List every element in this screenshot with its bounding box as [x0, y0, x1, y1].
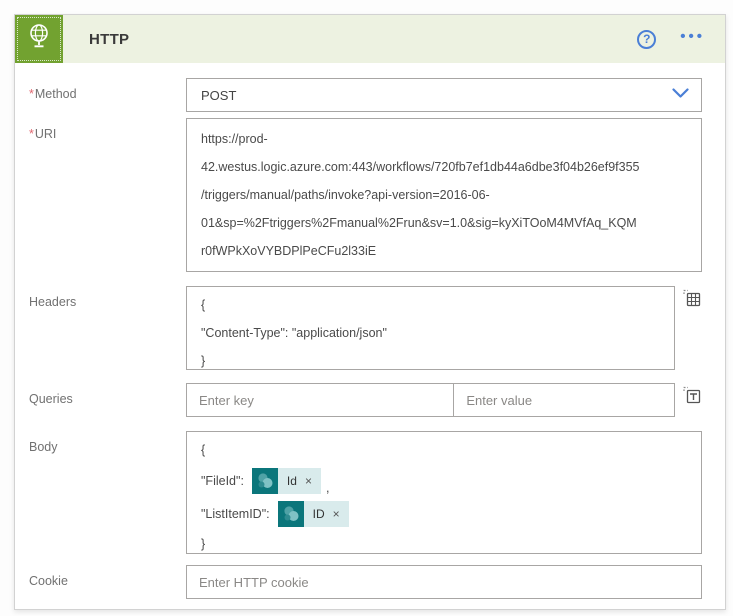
menu-button[interactable]: •••: [680, 29, 705, 50]
card-header[interactable]: HTTP ? •••: [15, 15, 725, 63]
method-dropdown[interactable]: POST: [186, 78, 702, 112]
body-entry-key: "ListItemID":: [201, 507, 270, 521]
uri-input[interactable]: https://prod- 42.westus.logic.azure.com:…: [186, 118, 702, 272]
body-input[interactable]: { "FileId":: [186, 431, 702, 554]
uri-line: 42.westus.logic.azure.com:443/workflows/…: [201, 153, 687, 181]
ellipsis-icon: •••: [680, 28, 705, 45]
method-row: *Method POST: [29, 78, 702, 112]
canvas: HTTP ? ••• *Method: [0, 0, 733, 616]
question-mark-icon: ?: [643, 32, 650, 46]
switch-headers-to-key-value-button[interactable]: [682, 288, 702, 308]
uri-line: 01&sp=%2Ftriggers%2Fmanual%2Frun&sv=1.0&…: [201, 209, 687, 237]
headers-line: "Content-Type": "application/json": [201, 319, 660, 347]
body-label: Body: [29, 431, 186, 454]
http-connector-tile: [15, 15, 63, 63]
sharepoint-icon: [278, 501, 304, 527]
body-entry-key: "FileId":: [201, 474, 244, 488]
card-title: HTTP: [89, 31, 129, 48]
http-action-card: HTTP ? ••• *Method: [14, 14, 726, 610]
queries-row: Queries: [29, 383, 702, 417]
body-entry: "FileId": Id ×: [201, 464, 687, 497]
queries-label: Queries: [29, 383, 186, 406]
table-grid-icon: [682, 296, 702, 311]
headers-line: {: [201, 291, 660, 319]
remove-token-button[interactable]: ×: [302, 474, 321, 488]
uri-line: r0fWPkXoVYBDPlPeCFu2l33iE: [201, 237, 687, 265]
body-row: Body { "FileId":: [29, 431, 702, 554]
sharepoint-icon: [252, 468, 278, 494]
uri-line: https://prod-: [201, 125, 687, 153]
header-actions: ? •••: [637, 29, 705, 50]
card-form: *Method POST *URI: [15, 63, 725, 599]
token-label: Id: [278, 474, 302, 488]
cookie-input[interactable]: [186, 565, 702, 599]
token-label: ID: [304, 507, 330, 521]
headers-row: Headers { "Content-Type": "application/j…: [29, 286, 702, 370]
body-close-brace: }: [201, 530, 687, 558]
globe-icon: [24, 21, 54, 58]
query-key-input[interactable]: [186, 383, 454, 417]
method-value: POST: [201, 88, 672, 103]
method-label: *Method: [29, 78, 186, 101]
body-entry-suffix: ,: [326, 481, 329, 497]
header-bar[interactable]: HTTP ? •••: [63, 15, 725, 63]
body-open-brace: {: [201, 436, 687, 464]
required-asterisk: *: [29, 127, 34, 141]
query-value-input[interactable]: [453, 383, 675, 417]
help-button[interactable]: ?: [637, 30, 656, 49]
headers-line: }: [201, 347, 660, 375]
switch-queries-to-text-button[interactable]: [682, 385, 702, 405]
headers-input[interactable]: { "Content-Type": "application/json" }: [186, 286, 675, 370]
cookie-label: Cookie: [29, 565, 186, 588]
headers-label: Headers: [29, 286, 186, 309]
text-mode-icon: [682, 393, 702, 408]
body-entry: "ListItemID": ID ×: [201, 497, 687, 530]
remove-token-button[interactable]: ×: [330, 507, 349, 521]
required-asterisk: *: [29, 87, 34, 101]
uri-line: /triggers/manual/paths/invoke?api-versio…: [201, 181, 687, 209]
chevron-down-icon: [672, 86, 689, 104]
cookie-row: Cookie: [29, 565, 702, 599]
dynamic-content-token[interactable]: ID ×: [278, 501, 349, 527]
dynamic-content-token[interactable]: Id ×: [252, 468, 321, 494]
uri-label: *URI: [29, 118, 186, 141]
uri-row: *URI https://prod- 42.westus.logic.azure…: [29, 118, 702, 272]
